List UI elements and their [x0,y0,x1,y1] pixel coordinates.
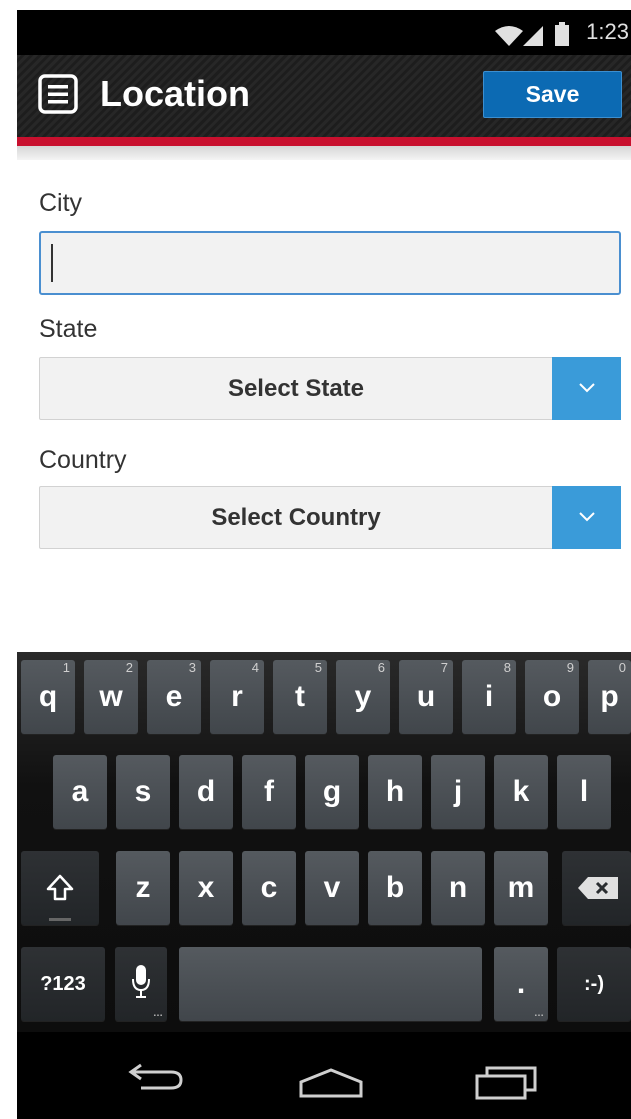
battery-icon [555,22,569,46]
country-select-value: Select Country [211,504,381,531]
key-label: e [165,680,183,713]
key-label: i [484,680,494,713]
action-bar: Location Save [17,55,631,137]
key-label: r [231,680,243,713]
back-icon[interactable] [127,1062,185,1092]
backspace-key[interactable] [562,851,631,925]
key-z[interactable]: z [116,851,170,925]
period-key[interactable]: .… [494,947,548,1021]
key-label: p [600,680,619,713]
country-select[interactable]: Select Country [39,486,621,549]
key-m[interactable]: m [494,851,548,925]
state-label: State [39,315,98,343]
key-o[interactable]: o9 [525,660,579,734]
save-button[interactable]: Save [483,71,622,118]
key-hint: 9 [566,660,574,675]
key-p[interactable]: p0 [588,660,631,734]
key-d[interactable]: d [179,755,233,829]
key-label: y [354,680,372,713]
microphone-icon [132,965,150,998]
text-cursor [51,244,53,282]
signal-icon [523,26,543,46]
backspace-icon [578,877,618,899]
voice-input-key[interactable]: … [115,947,167,1021]
shift-icon [46,874,74,901]
home-icon[interactable] [299,1068,363,1098]
recent-apps-icon[interactable] [475,1066,537,1100]
key-f[interactable]: f [242,755,296,829]
key-r[interactable]: r4 [210,660,264,734]
shift-indicator [49,918,71,921]
key-label: t [295,680,305,713]
left-margin [0,0,17,1119]
key-n[interactable]: n [431,851,485,925]
phone-screen: 1:23 Location Save City State Select Sta… [0,0,631,1119]
key-g[interactable]: g [305,755,359,829]
key-label: w [99,680,123,713]
key-hint: 4 [251,660,259,675]
country-label: Country [39,446,127,474]
key-t[interactable]: t5 [273,660,327,734]
country-dropdown-button[interactable] [552,486,621,549]
shift-key[interactable] [21,851,99,925]
wifi-icon [495,26,523,46]
status-icons [495,22,569,46]
chevron-down-icon [579,383,595,393]
key-b[interactable]: b [368,851,422,925]
state-dropdown-button[interactable] [552,357,621,420]
menu-icon[interactable] [38,74,78,114]
key-e[interactable]: e3 [147,660,201,734]
accent-divider [17,137,631,146]
symbols-key[interactable]: ?123 [21,947,105,1021]
state-select[interactable]: Select State [39,357,621,420]
key-u[interactable]: u7 [399,660,453,734]
city-label: City [39,189,83,217]
key-v[interactable]: v [305,851,359,925]
more-indicator: … [534,1008,544,1019]
status-bar: 1:23 [17,10,631,55]
key-k[interactable]: k [494,755,548,829]
key-label: u [416,680,436,713]
key-hint: 1 [62,660,70,675]
key-q[interactable]: q1 [21,660,75,734]
navigation-bar [17,1032,631,1119]
key-h[interactable]: h [368,755,422,829]
key-i[interactable]: i8 [462,660,516,734]
key-x[interactable]: x [179,851,233,925]
key-hint: 6 [377,660,385,675]
key-hint: 2 [125,660,133,675]
key-hint: 8 [503,660,511,675]
key-a[interactable]: a [53,755,107,829]
key-s[interactable]: s [116,755,170,829]
key-y[interactable]: y6 [336,660,390,734]
key-c[interactable]: c [242,851,296,925]
soft-keyboard: q1 w2 e3 r4 t5 y6 u7 i8 o9 p0 a s d f g … [17,652,631,1032]
state-select-value: Select State [227,375,365,402]
page-title: Location [100,73,250,114]
key-hint: 5 [314,660,322,675]
key-j[interactable]: j [431,755,485,829]
header-shadow [17,146,631,160]
key-hint: 7 [440,660,448,675]
more-indicator: … [153,1008,163,1019]
key-l[interactable]: l [557,755,611,829]
key-label: o [542,680,562,713]
status-time: 1:23 [586,19,629,44]
chevron-down-icon [579,512,595,522]
smiley-key[interactable]: :-) [557,947,631,1021]
key-w[interactable]: w2 [84,660,138,734]
space-key[interactable] [179,947,482,1021]
key-label: q [38,680,58,713]
key-hint: 0 [618,660,626,675]
city-input[interactable] [39,231,621,295]
key-label: . [516,967,526,1000]
key-hint: 3 [188,660,196,675]
